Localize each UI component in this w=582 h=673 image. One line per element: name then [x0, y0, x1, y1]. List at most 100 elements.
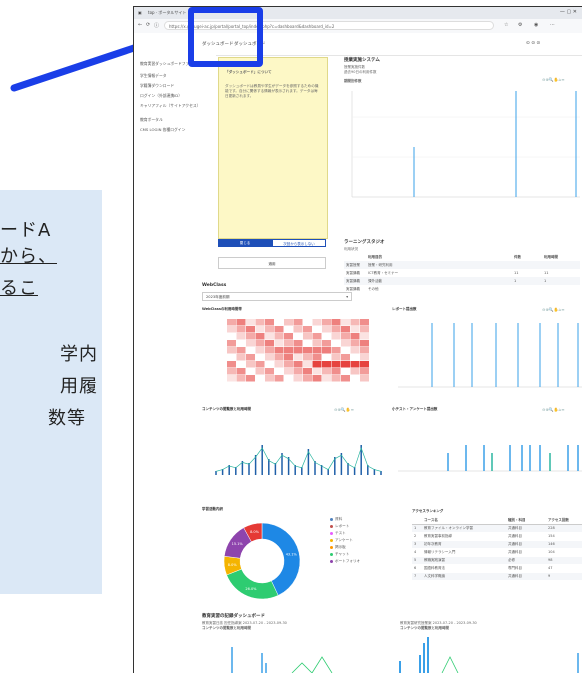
heatmap-cell [322, 347, 331, 354]
close-panel-button[interactable]: 閉じる [218, 239, 272, 247]
heatmap-cell [303, 354, 312, 361]
donut-label: 15.1% [232, 542, 244, 546]
refresh-icon[interactable]: ⟳ [146, 22, 150, 28]
window-controls-icon[interactable]: — ▢ ✕ [560, 9, 577, 15]
heatmap-cell [341, 319, 350, 326]
table-cell: 104 [548, 550, 555, 554]
back-icon[interactable]: ← [138, 22, 142, 28]
sidebar-item-2[interactable]: 学生情報データ [140, 73, 212, 78]
chart-tools-icon[interactable]: ⊖⊕🔍✋≡ [334, 407, 354, 412]
table-cell: 専門科目 [508, 566, 522, 570]
legend-item[interactable]: 資料 [330, 517, 342, 522]
info-icon[interactable]: ⓘ [154, 22, 159, 29]
extension-icon[interactable]: ⚙ [518, 22, 522, 28]
legend-item[interactable]: アンケート [330, 538, 353, 543]
donut-title: 学習活動内訳 [202, 507, 223, 511]
slide-line-7: 数等 [48, 408, 86, 429]
heatmap-cell [255, 319, 265, 326]
table-row: 実習講義 課外活動 1 1 [344, 277, 580, 285]
heatmap-cell [236, 354, 246, 361]
table-cell: アクセス回数 [548, 518, 569, 522]
term-select[interactable]: 2023年度前期 ▾ [202, 292, 352, 301]
heatmap-cell [236, 347, 246, 354]
apply-button[interactable]: 適用 [218, 257, 326, 269]
heatmap-cell [312, 347, 322, 354]
dont-show-button[interactable]: 次回から表示しない [272, 239, 326, 247]
account-icon[interactable]: ⊙ ⊙ ⊙ [526, 41, 540, 46]
table-header-cell: 件数 [514, 255, 521, 259]
heatmap-cell [331, 333, 341, 340]
slide-line-5: 学内 [60, 344, 98, 365]
line-series [215, 446, 382, 472]
sidebar-item-5[interactable]: キャリアフィル（サイトアクセス） [140, 103, 212, 108]
heatmap-cell [274, 340, 284, 347]
heatmap-cell [360, 319, 369, 326]
slide-line-2: から、 [0, 246, 57, 267]
heatmap-cell [312, 368, 322, 375]
heatmap-cell [303, 326, 312, 333]
heatmap-cell [360, 354, 369, 361]
heatmap-cell [312, 340, 322, 347]
table-cell: 11 [544, 271, 549, 275]
legend-item[interactable]: ポートフォリオ [330, 559, 360, 564]
heatmap-cell [293, 319, 303, 326]
table1: 利用目的 件数 利用時間 実習授業 授業・研究利用 実習講義 ICT教育・セミナ… [344, 253, 580, 295]
sidebar-item-4[interactable]: ログイン（外部連携ID） [140, 93, 212, 98]
heatmap-cell [227, 361, 236, 368]
sidebar-item-6[interactable]: 教育ポータル [140, 117, 212, 122]
section1-title: 授業実施システム [344, 58, 380, 63]
table-cell: 種別・科目 [508, 518, 526, 522]
browser-tab-title[interactable]: top · ポータルサイト [148, 10, 186, 16]
table-cell: 3 [414, 542, 417, 546]
heatmap-cell [284, 347, 293, 354]
heatmap-cell [284, 354, 293, 361]
donut-label: 8.0% [250, 530, 260, 534]
sidebar-item-7[interactable]: CMS LOGIN 各種ログイン [140, 127, 212, 132]
slide-text-box: ードA から、 るこ 学内 用履 数等 [0, 190, 102, 594]
chart-tools-icon[interactable]: ⊖⊕🔍✋⌂≡ [542, 77, 565, 82]
legend-item[interactable]: レポート [330, 524, 349, 529]
profile-icon[interactable]: ◉ [534, 22, 538, 28]
menu-icon[interactable]: ⋯ [550, 22, 555, 28]
table-cell: 実習授業 [346, 263, 360, 267]
bottom-left-chart-title: コンテンツの閲覧数と利用時間 [202, 626, 251, 630]
table-cell: 5 [414, 558, 417, 562]
bottom-charts [202, 633, 582, 673]
heatmap-cell [246, 361, 255, 368]
legend-item[interactable]: テスト [330, 531, 346, 536]
browser-window: ▣ top · ポータルサイト — ▢ ✕ ← ⟳ ⓘ https://x.ga… [133, 6, 582, 673]
heatmap-cell [255, 368, 265, 375]
heatmap-cell [331, 368, 341, 375]
heatmap-cell [293, 347, 303, 354]
legend-item[interactable]: 掲示板 [330, 545, 346, 550]
legend-item[interactable]: チャット [330, 552, 349, 557]
heatmap-cell [303, 368, 312, 375]
heatmap-cell [350, 347, 360, 354]
heatmap-cell [265, 326, 274, 333]
table-cell: 実習講義 [346, 279, 360, 283]
sidebar-item-3[interactable]: 学籍簿ダウンロード [140, 83, 212, 88]
star-icon[interactable]: ☆ [504, 22, 508, 28]
table-cell: 146 [548, 542, 555, 546]
heatmap-cell [322, 326, 331, 333]
heatmap-cell [284, 319, 293, 326]
chart-tools-icon[interactable]: ⊖⊕🔍✋⌂≡ [542, 307, 565, 312]
bottom-right-chart-title: コンテンツの閲覧数と利用時間 [400, 626, 449, 630]
heatmap-cell [331, 361, 341, 368]
table-cell: 1 [544, 279, 547, 283]
heatmap-cell [322, 340, 331, 347]
table-header-cell: 利用目的 [368, 255, 382, 259]
table-cell: 9 [548, 574, 551, 578]
heatmap-cell [341, 354, 350, 361]
table-cell: コース名 [424, 518, 438, 522]
donut-chart: 43.1% 26.0% 8.0% 15.1% 8.0% [202, 515, 334, 607]
chart-tools-icon[interactable]: ⊖⊕🔍✋⌂≡ [542, 407, 565, 412]
heatmap-cell [322, 375, 331, 382]
heatmap-cell [265, 375, 274, 382]
heatmap-cell [246, 354, 255, 361]
table-cell: 154 [548, 534, 555, 538]
table-cell: 11 [514, 271, 519, 275]
table-row: 5 教職実践演習 必修 98 [412, 557, 582, 564]
table-cell: 教職実践演習 [424, 558, 445, 562]
table-cell: 共通科目 [508, 542, 522, 546]
